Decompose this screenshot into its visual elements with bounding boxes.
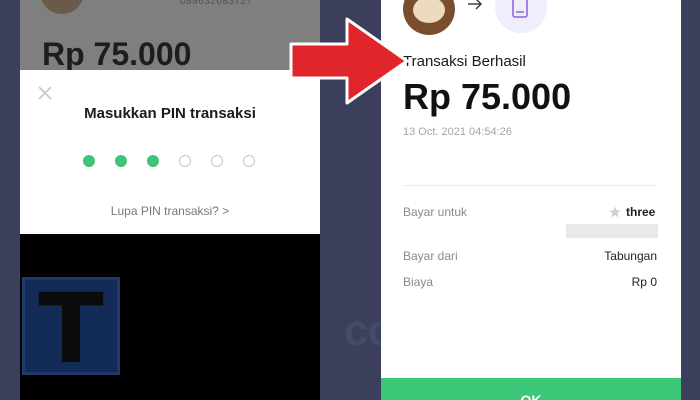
pin-dot-filled [115, 155, 127, 167]
pin-dot-empty [179, 155, 191, 167]
pin-dialog: Masukkan PIN transaksi Lupa PIN transaks… [20, 70, 320, 234]
fee-label: Biaya [403, 275, 434, 289]
dimmed-phone-number: 089632083727 [180, 0, 253, 7]
watermark-letter: T [38, 273, 104, 385]
fee-value: Rp 0 [631, 275, 657, 289]
pin-dot-filled [147, 155, 159, 167]
avatar [40, 0, 84, 14]
forgot-pin-link[interactable]: Lupa PIN transaksi? > [20, 204, 320, 218]
close-icon[interactable] [36, 84, 54, 102]
transaction-status: Transaksi Berhasil [403, 53, 526, 70]
pay-from-label: Bayar dari [403, 249, 458, 263]
avatar-face [413, 0, 445, 23]
pin-dot-empty [243, 155, 255, 167]
pin-dialog-title: Masukkan PIN transaksi [84, 105, 256, 122]
dimmed-header: 089632083727 Rp 75.000 [20, 0, 320, 72]
wallet-badge [495, 0, 547, 33]
pay-to-label: Bayar untuk [403, 205, 468, 219]
pay-from-value: Tabungan [604, 249, 657, 263]
arrow-right-icon [468, 0, 482, 10]
transaction-success-screen: Transaksi Berhasil Rp 75.000 13 Oct. 202… [381, 0, 681, 400]
pin-dot-empty [211, 155, 223, 167]
wallet-icon [512, 0, 528, 18]
watermark-logo: T [22, 273, 120, 385]
ok-button[interactable]: OK [381, 378, 681, 400]
pin-dot-filled [83, 155, 95, 167]
divider [403, 185, 656, 186]
pin-indicator[interactable] [83, 155, 255, 167]
transaction-amount: Rp 75.000 [403, 76, 572, 117]
pay-to-value: three [626, 205, 656, 219]
pointer-arrow [289, 17, 409, 105]
dimmed-amount: Rp 75.000 [42, 36, 192, 72]
redacted-account [566, 224, 658, 238]
star-icon [609, 206, 621, 218]
transaction-timestamp: 13 Oct. 2021 04:54:26 [403, 126, 512, 138]
